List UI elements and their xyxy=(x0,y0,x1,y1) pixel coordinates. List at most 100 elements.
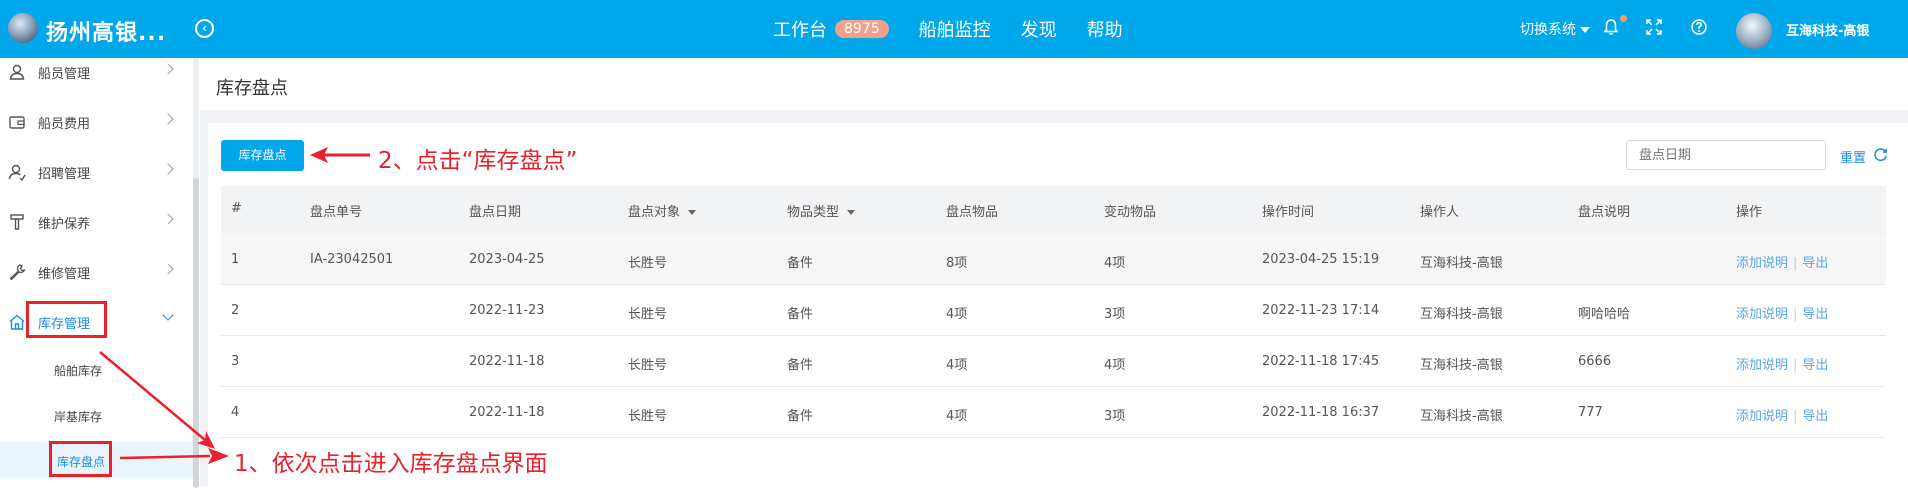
highlight-box-stocktake xyxy=(49,441,112,477)
cell-stocktake-no: IA-23042501 xyxy=(310,252,394,267)
fullscreen-icon[interactable] xyxy=(1645,18,1663,36)
annotation-step2: 2、点击“库存盘点” xyxy=(378,148,578,174)
cell-type: 备件 xyxy=(787,256,814,271)
app-logo xyxy=(8,13,38,43)
cell-type: 备件 xyxy=(787,307,814,322)
reset-button[interactable]: 重置 xyxy=(1840,147,1866,166)
cell-date: 2022-11-23 xyxy=(469,303,545,318)
top-bar: 扬州高银... ‹ 工作台 8975 船舶监控 发现 帮助 切换系统 互海科技-… xyxy=(0,0,1908,58)
action-divider: | xyxy=(1793,358,1798,373)
cell-items: 4项 xyxy=(946,358,968,373)
stocktake-date-input[interactable] xyxy=(1626,140,1826,170)
filter-caret-icon[interactable] xyxy=(847,210,856,215)
add-note-link[interactable]: 添加说明 xyxy=(1736,358,1788,373)
collapse-sidebar-icon[interactable]: ‹ xyxy=(195,19,214,38)
cell-items: 4项 xyxy=(946,409,968,424)
recruit-icon xyxy=(8,164,26,181)
cell-target: 长胜号 xyxy=(628,256,668,271)
caret-down-icon xyxy=(1580,27,1590,33)
column-header: 操作 xyxy=(1736,205,1763,220)
cell-time: 2022-11-23 17:14 xyxy=(1262,303,1380,318)
cell-date: 2022-11-18 xyxy=(469,405,545,420)
app-title: 扬州高银... xyxy=(46,21,167,46)
column-header: # xyxy=(231,201,242,216)
sidebar-scrollbar[interactable] xyxy=(193,58,199,488)
sidebar-item-crew[interactable]: 船员管理 xyxy=(0,54,190,90)
cell-items: 8项 xyxy=(946,256,968,271)
sidebar-item-recruit[interactable]: 招聘管理 xyxy=(0,154,190,190)
switch-system-label: 切换系统 xyxy=(1520,22,1576,38)
nav-help[interactable]: 帮助 xyxy=(1087,16,1123,42)
action-divider: | xyxy=(1793,409,1798,424)
cell-target: 长胜号 xyxy=(628,358,668,373)
cell-type: 备件 xyxy=(787,409,814,424)
column-header: 操作时间 xyxy=(1262,205,1315,220)
filter-caret-icon[interactable] xyxy=(688,210,697,215)
column-header-sortable[interactable]: 盘点对象 xyxy=(628,201,697,220)
cell-changed: 3项 xyxy=(1104,307,1126,322)
switch-system-dropdown[interactable]: 切换系统 xyxy=(1520,19,1590,39)
cell-note: 啊哈哈哈 xyxy=(1578,307,1631,322)
sidebar-item-repair[interactable]: 维修管理 xyxy=(0,254,190,290)
cell-operator: 互海科技-高银 xyxy=(1420,307,1503,322)
user-icon xyxy=(9,64,25,80)
sidebar-subitem-label: 船舶库存 xyxy=(54,364,103,378)
cell-index: 4 xyxy=(231,405,240,420)
sidebar-item-maintenance[interactable]: 维护保养 xyxy=(0,204,190,240)
top-nav: 工作台 8975 船舶监控 发现 帮助 xyxy=(773,16,1153,42)
sidebar-subitem-ship-inventory[interactable]: 船舶库存 xyxy=(0,351,193,387)
cell-changed: 3项 xyxy=(1104,409,1126,424)
export-link[interactable]: 导出 xyxy=(1802,307,1828,322)
sidebar-item-crew-cost[interactable]: 船员费用 xyxy=(0,104,190,140)
chevron-right-icon xyxy=(162,163,174,175)
column-header-label: 盘点对象 xyxy=(628,205,681,220)
column-header: 变动物品 xyxy=(1104,205,1157,220)
cell-index: 1 xyxy=(231,252,240,267)
highlight-box-inventory xyxy=(26,301,107,338)
cell-operator: 互海科技-高银 xyxy=(1420,409,1503,424)
cell-time: 2023-04-25 15:19 xyxy=(1262,252,1380,267)
export-link[interactable]: 导出 xyxy=(1802,256,1828,271)
chevron-right-icon xyxy=(162,113,174,125)
column-header-sortable[interactable]: 物品类型 xyxy=(787,201,856,220)
page-title: 库存盘点 xyxy=(216,78,288,99)
cell-note: 777 xyxy=(1578,405,1603,420)
add-note-link[interactable]: 添加说明 xyxy=(1736,307,1788,322)
stocktake-button[interactable]: 库存盘点 xyxy=(221,140,304,171)
export-link[interactable]: 导出 xyxy=(1802,358,1828,373)
sidebar-item-label: 维护保养 xyxy=(38,217,91,232)
avatar[interactable] xyxy=(1736,13,1772,49)
cell-changed: 4项 xyxy=(1104,358,1126,373)
cell-operator: 互海科技-高银 xyxy=(1420,358,1503,373)
nav-workbench[interactable]: 工作台 xyxy=(773,16,827,42)
nav-discover[interactable]: 发现 xyxy=(1021,16,1057,42)
hammer-icon xyxy=(10,214,24,230)
sidebar-subitem-shore-inventory[interactable]: 岸基库存 xyxy=(0,397,193,433)
cell-date: 2022-11-18 xyxy=(469,354,545,369)
chevron-down-icon xyxy=(162,309,174,321)
add-note-link[interactable]: 添加说明 xyxy=(1736,256,1788,271)
chevron-right-icon xyxy=(162,63,174,75)
help-icon[interactable] xyxy=(1690,18,1708,36)
annotation-step1: 1、依次点击进入库存盘点界面 xyxy=(234,451,548,477)
sidebar-item-label: 船员管理 xyxy=(38,67,91,82)
refresh-icon[interactable] xyxy=(1872,146,1889,163)
column-header: 盘点单号 xyxy=(310,205,363,220)
column-header: 盘点说明 xyxy=(1578,205,1631,220)
action-divider: | xyxy=(1793,307,1798,322)
wrench-icon xyxy=(9,264,26,281)
add-note-link[interactable]: 添加说明 xyxy=(1736,409,1788,424)
sidebar-scrollbar-thumb[interactable] xyxy=(193,178,199,488)
cell-operator: 互海科技-高银 xyxy=(1420,256,1503,271)
sidebar-item-label: 招聘管理 xyxy=(38,167,91,182)
cell-index: 2 xyxy=(231,303,240,318)
export-link[interactable]: 导出 xyxy=(1802,409,1828,424)
action-divider: | xyxy=(1793,256,1798,271)
cell-actions: 添加说明 | 导出 xyxy=(1736,405,1828,424)
sidebar-item-label: 维修管理 xyxy=(38,267,91,282)
page-header xyxy=(200,58,1908,110)
user-name[interactable]: 互海科技-高银 xyxy=(1786,20,1869,39)
nav-ship-monitor[interactable]: 船舶监控 xyxy=(919,16,991,42)
cell-items: 4项 xyxy=(946,307,968,322)
bell-icon[interactable] xyxy=(1602,18,1620,36)
